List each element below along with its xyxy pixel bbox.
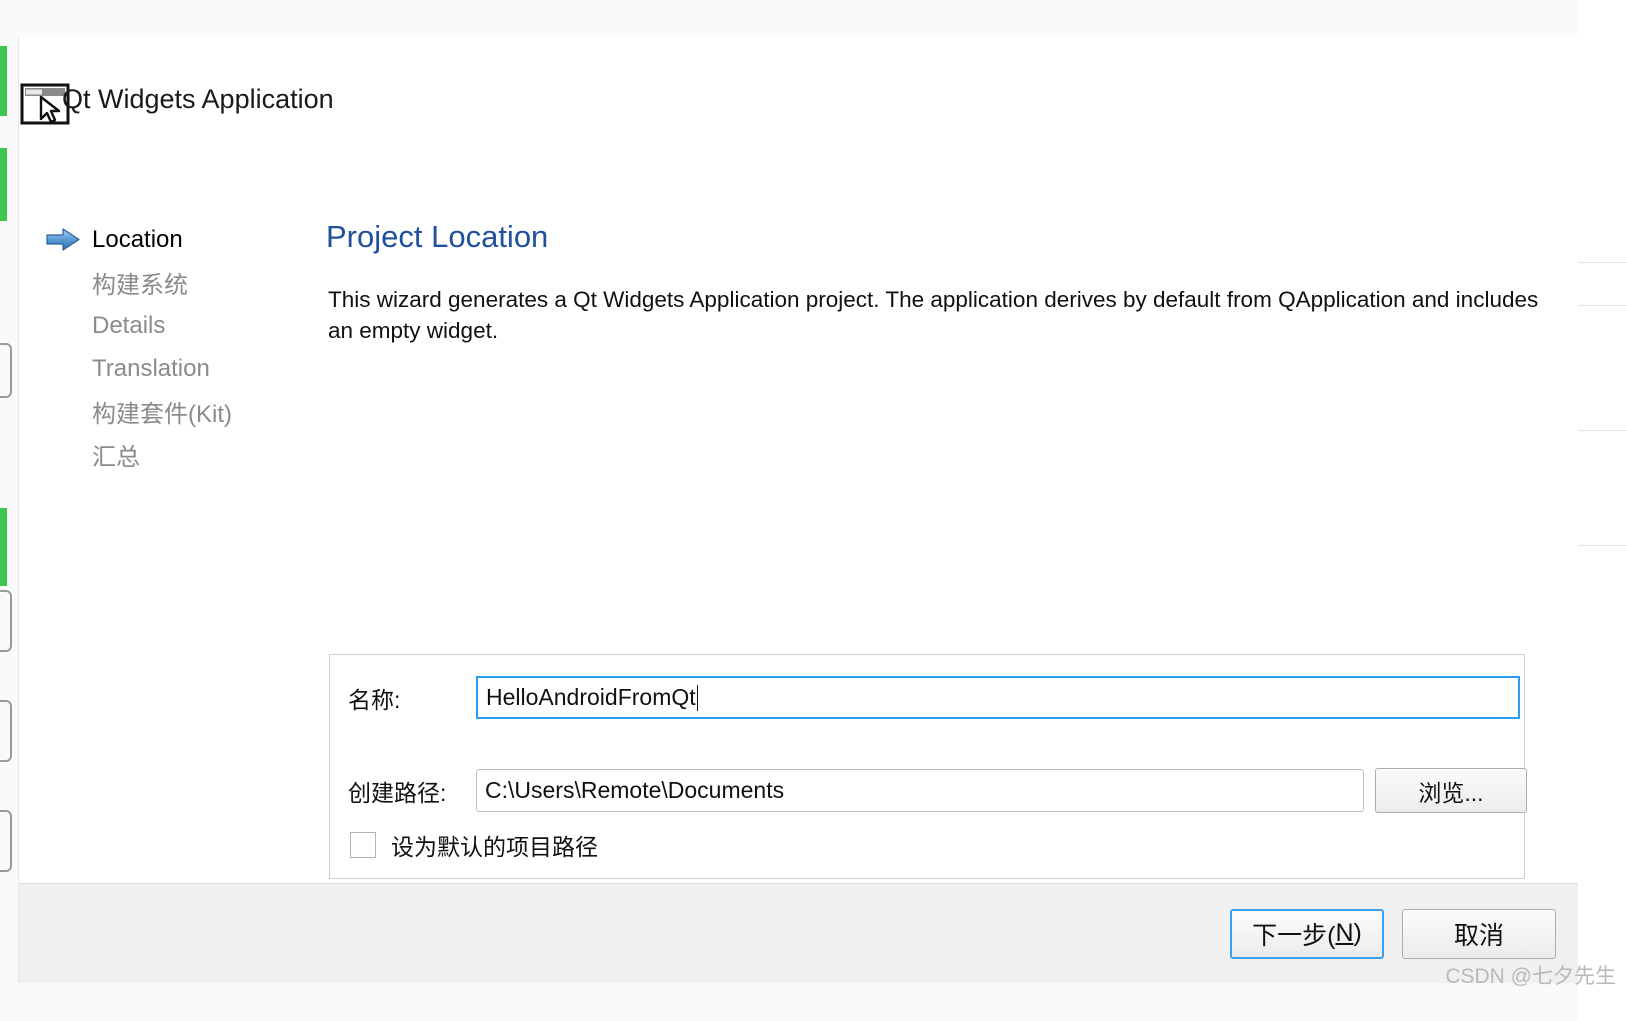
- background-separator: [1578, 430, 1626, 431]
- cancel-button[interactable]: 取消: [1402, 908, 1556, 959]
- background-green-bar: [0, 46, 7, 116]
- project-name-value: HelloAndroidFromQt: [486, 684, 696, 710]
- page-title: Project Location: [326, 219, 549, 254]
- sidebar-item-label: 汇总: [92, 444, 140, 471]
- path-row: 创建路径: C:\Users\Remote\Documents 浏览...: [348, 768, 1527, 813]
- sidebar-item-details[interactable]: Details: [19, 304, 326, 347]
- sidebar-item-kit[interactable]: 构建套件(Kit): [19, 390, 326, 433]
- background-panel-stub: [0, 700, 12, 762]
- sidebar-item-[interactable]: 汇总: [19, 433, 326, 476]
- name-row: 名称: HelloAndroidFromQt: [348, 676, 1520, 719]
- default-path-checkbox-label: 设为默认的项目路径: [391, 834, 598, 860]
- default-path-checkbox-row[interactable]: 设为默认的项目路径: [350, 828, 598, 862]
- sidebar-item-label: Details: [92, 311, 166, 339]
- wizard-page-content: Project Location This wizard generates a…: [326, 100, 1578, 883]
- sidebar-item-translation[interactable]: Translation: [19, 347, 326, 390]
- sidebar-item-label: Translation: [92, 354, 210, 382]
- background-right-strip: [1578, 0, 1626, 1021]
- default-path-checkbox[interactable]: [350, 832, 376, 858]
- project-name-input[interactable]: HelloAndroidFromQt: [476, 676, 1520, 719]
- background-green-bar: [0, 508, 7, 586]
- name-label: 名称:: [348, 686, 401, 713]
- text-caret: [696, 684, 698, 711]
- sidebar-item-label: Location: [92, 225, 183, 253]
- background-separator: [1578, 305, 1626, 306]
- dialog-footer: 下一步(N) 取消: [19, 883, 1578, 983]
- screen: (ep Qt Widgets Application Location构建系统D…: [0, 0, 1626, 1021]
- sidebar-item-label: 构建套件(Kit): [92, 401, 232, 428]
- blue-arrow-icon: [46, 228, 80, 251]
- project-path-value: C:\Users\Remote\Documents: [485, 777, 785, 803]
- watermark: CSDN @七夕先生: [1445, 965, 1616, 988]
- wizard-steps-sidebar: Location 构建系统 Details Translation 构建套件(Kit) 汇…: [19, 100, 326, 883]
- background-separator: [1578, 545, 1626, 546]
- qt-wizard-dialog: Qt Widgets Application Location 构建系统 Detai…: [18, 36, 1578, 983]
- background-green-bar: [0, 148, 7, 221]
- sidebar-item-label: 构建系统: [92, 272, 188, 299]
- path-label: 创建路径:: [348, 779, 447, 806]
- sidebar-item-location[interactable]: Location: [19, 218, 326, 261]
- sidebar-item-[interactable]: 构建系统: [19, 261, 326, 304]
- background-panel-stub: [0, 810, 12, 872]
- next-button-label-suffix: ): [1353, 919, 1362, 947]
- browse-button[interactable]: 浏览...: [1375, 768, 1527, 813]
- background-separator: [1578, 262, 1626, 263]
- background-panel-stub: [0, 590, 12, 652]
- project-location-groupbox: 名称: HelloAndroidFromQt 创建路径: C:\Users\Re…: [329, 654, 1527, 879]
- next-button[interactable]: 下一步(N): [1230, 908, 1384, 959]
- background-panel-stub: [0, 343, 12, 398]
- project-path-input[interactable]: C:\Users\Remote\Documents: [476, 769, 1364, 812]
- next-button-label-prefix: 下一步(: [1252, 921, 1336, 950]
- dialog-body: Location 构建系统 Details Translation 构建套件(Kit) 汇…: [19, 100, 1578, 883]
- dialog-title-row: Qt Widgets Application: [19, 36, 1578, 125]
- page-description: This wizard generates a Qt Widgets Appli…: [328, 287, 1539, 343]
- next-button-mnemonic: N: [1335, 919, 1354, 947]
